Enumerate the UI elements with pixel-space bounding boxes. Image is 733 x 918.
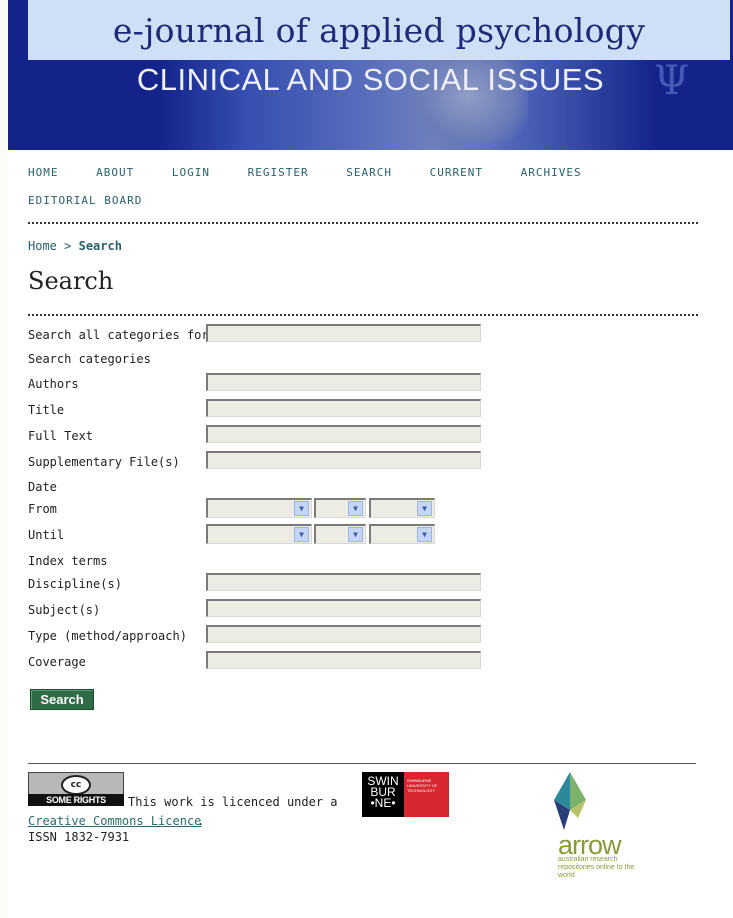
from-month-select[interactable]: ▼	[206, 498, 312, 518]
nav-current[interactable]: CURRENT	[430, 166, 483, 179]
swinburne-wordmark: SWIN BUR •NE•	[362, 772, 404, 817]
discipline-label: Discipline(s)	[28, 577, 122, 591]
chevron-down-icon: ▼	[348, 527, 363, 542]
psi-logo-icon: Ψ	[654, 58, 690, 104]
cc-badge-text: SOME RIGHTS RESERVED	[28, 794, 124, 817]
chevron-down-icon: ▼	[294, 501, 309, 516]
title-row: Title	[28, 399, 488, 425]
authors-row: Authors	[28, 373, 488, 399]
journal-subtitle: CLINICAL AND SOCIAL ISSUES	[136, 62, 605, 97]
until-month-select[interactable]: ▼	[206, 524, 312, 544]
discipline-row: Discipline(s)	[28, 573, 488, 599]
supp-file-label: Supplementary File(s)	[28, 455, 180, 469]
arrow-diamond-icon	[554, 772, 586, 830]
breadcrumb-home-link[interactable]: Home	[28, 239, 57, 253]
from-year-select[interactable]: ▼	[369, 498, 435, 518]
nav-home[interactable]: HOME	[28, 166, 59, 179]
title-divider	[28, 314, 698, 316]
from-label: From	[28, 502, 57, 516]
supp-file-row: Supplementary File(s)	[28, 451, 488, 477]
until-year-select[interactable]: ▼	[369, 524, 435, 544]
breadcrumb-separator: >	[56, 239, 79, 253]
journal-banner: e-journal of applied psychology CLINICAL…	[8, 0, 733, 150]
cc-icon: cc	[61, 775, 91, 795]
supp-file-input[interactable]	[206, 451, 481, 469]
from-row: From ▼ ▼ ▼	[28, 498, 488, 524]
chevron-down-icon: ▼	[294, 527, 309, 542]
nav-register[interactable]: REGISTER	[248, 166, 309, 179]
nav-archives[interactable]: ARCHIVES	[521, 166, 582, 179]
title-label: Title	[28, 403, 65, 417]
nav-about[interactable]: ABOUT	[96, 166, 134, 179]
chevron-down-icon: ▼	[417, 527, 432, 542]
full-text-label: Full Text	[28, 429, 94, 443]
swinburne-logo[interactable]: SWIN BUR •NE• SWINBURNE UNIVERSITY OF TE…	[362, 772, 449, 817]
issn: ISSN 1832-7931	[28, 830, 130, 844]
type-row: Type (method/approach)	[28, 625, 488, 651]
search-submit-button[interactable]: Search	[30, 689, 94, 710]
authors-label: Authors	[28, 377, 79, 391]
subject-row: Subject(s)	[28, 599, 488, 625]
licence-period: .	[197, 814, 205, 828]
search-all-label: Search all categories for	[28, 328, 209, 342]
until-row: Until ▼ ▼ ▼	[28, 524, 488, 550]
main-nav: HOME ABOUT LOGIN REGISTER SEARCH CURRENT…	[28, 166, 708, 222]
breadcrumb-current[interactable]: Search	[79, 239, 122, 253]
chevron-down-icon: ▼	[348, 501, 363, 516]
type-input[interactable]	[206, 625, 481, 643]
journal-name: e-journal of applied psychology	[112, 11, 646, 50]
title-input[interactable]	[206, 399, 481, 417]
full-text-row: Full Text	[28, 425, 488, 451]
authors-input[interactable]	[206, 373, 481, 391]
nav-editorial-board[interactable]: EDITORIAL BOARD	[28, 194, 142, 207]
swinburne-subtext: SWINBURNE UNIVERSITY OF TECHNOLOGY	[404, 772, 449, 817]
licence-text: This work is licenced under a	[128, 795, 338, 809]
search-categories-heading: Search categories	[28, 352, 151, 366]
discipline-input[interactable]	[206, 573, 481, 591]
banner-title-band: e-journal of applied psychology	[28, 0, 730, 60]
creative-commons-link[interactable]: Creative Commons Licence	[28, 814, 201, 828]
page: e-journal of applied psychology CLINICAL…	[8, 0, 733, 918]
nav-search[interactable]: SEARCH	[346, 166, 392, 179]
cc-licence-badge[interactable]: cc SOME RIGHTS RESERVED	[28, 772, 124, 817]
subject-label: Subject(s)	[28, 603, 101, 617]
arrow-tagline: australian research repositories online …	[558, 856, 635, 879]
date-heading: Date	[28, 480, 57, 494]
full-text-input[interactable]	[206, 425, 481, 443]
breadcrumb: Home > Search	[28, 239, 122, 253]
index-terms-heading: Index terms	[28, 554, 108, 568]
type-label: Type (method/approach)	[28, 629, 187, 643]
arrow-logo[interactable]: arrow australian research repositories o…	[528, 770, 638, 885]
page-title: Search	[28, 267, 114, 295]
coverage-label: Coverage	[28, 655, 86, 669]
coverage-input[interactable]	[206, 651, 481, 669]
chevron-down-icon: ▼	[417, 501, 432, 516]
subject-input[interactable]	[206, 599, 481, 617]
search-all-row: Search all categories for	[28, 324, 488, 350]
search-categories-row: Search categories	[28, 348, 488, 374]
footer-divider	[28, 763, 696, 764]
from-day-select[interactable]: ▼	[314, 498, 366, 518]
nav-divider	[28, 222, 698, 224]
until-label: Until	[28, 528, 65, 542]
search-all-input[interactable]	[206, 324, 481, 342]
nav-login[interactable]: LOGIN	[172, 166, 210, 179]
coverage-row: Coverage	[28, 651, 488, 677]
until-day-select[interactable]: ▼	[314, 524, 366, 544]
